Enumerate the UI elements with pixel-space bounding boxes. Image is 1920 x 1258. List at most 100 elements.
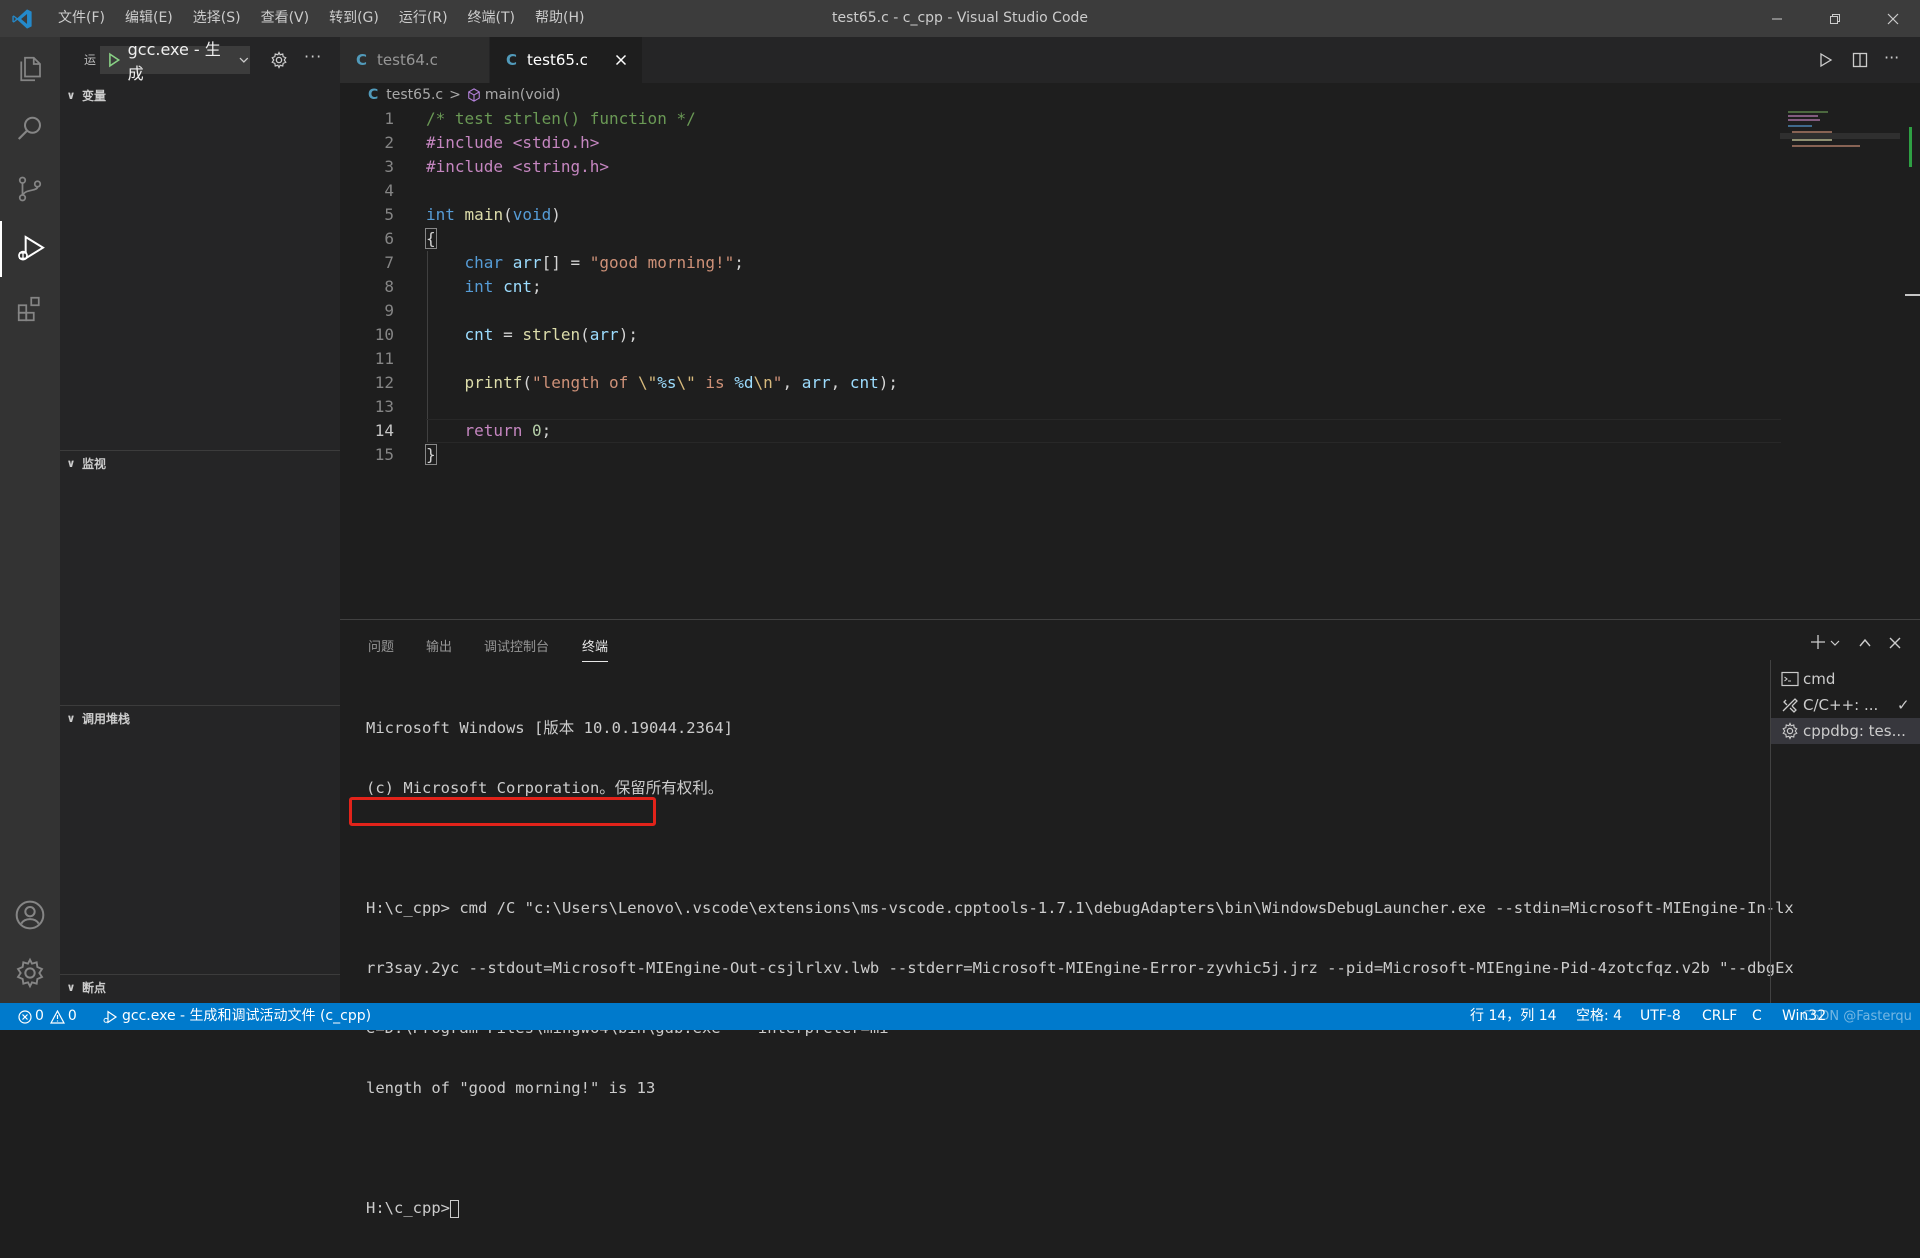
launch-config-dropdown[interactable]: gcc.exe - 生成	[100, 40, 250, 83]
encoding[interactable]: UTF-8	[1640, 1003, 1681, 1030]
indentation[interactable]: 空格: 4	[1576, 1003, 1622, 1030]
chevron-down-icon: ∨	[66, 711, 76, 725]
extensions-button[interactable]	[0, 281, 60, 337]
menu-view[interactable]: 查看(V)	[251, 0, 320, 37]
menu-terminal[interactable]: 终端(T)	[458, 0, 525, 37]
terminal-item-cmd[interactable]: cmd	[1771, 666, 1920, 692]
terminal-item-cpp[interactable]: C/C++: ... ✓	[1771, 692, 1920, 718]
new-terminal-plus-icon[interactable]	[1810, 634, 1826, 650]
more-actions-icon[interactable]: ···	[304, 47, 322, 66]
breadcrumb-file[interactable]: test65.c	[386, 87, 443, 103]
close-tab-icon[interactable]	[615, 54, 627, 66]
code-token: char	[464, 253, 504, 272]
check-icon: ✓	[1897, 696, 1910, 714]
warning-icon	[49, 1009, 65, 1024]
run-file-icon[interactable]	[1818, 52, 1834, 68]
code-token: cnt	[849, 373, 879, 392]
menu-selection[interactable]: 选择(S)	[183, 0, 251, 37]
code-editor[interactable]: 1 /* test strlen() function */ 2 #include …	[340, 107, 1780, 619]
code-token: ;	[531, 277, 542, 296]
code-token: arr	[801, 373, 831, 392]
code-token: (	[580, 325, 590, 344]
terminal-item-label: C/C++: ...	[1803, 696, 1879, 714]
maximize-panel-icon[interactable]	[1858, 636, 1872, 650]
end-of-line[interactable]: CRLF	[1702, 1003, 1737, 1030]
split-editor-icon[interactable]	[1852, 52, 1868, 68]
red-highlight-box	[349, 797, 656, 826]
terminal-line: (c) Microsoft Corporation。保留所有权利。	[366, 779, 724, 797]
minimap[interactable]	[1780, 107, 1900, 619]
menu-go[interactable]: 转到(G)	[319, 0, 389, 37]
start-debug-icon[interactable]	[106, 52, 122, 68]
editor-tabs: C test64.c C test65.c ···	[340, 37, 1920, 83]
line-number: 3	[384, 157, 394, 176]
terminal-output[interactable]: Microsoft Windows [版本 10.0.19044.2364] (…	[366, 678, 1794, 1258]
chevron-down-icon: ∨	[66, 88, 76, 102]
code-token: arr	[589, 325, 619, 344]
explorer-button[interactable]	[0, 41, 60, 97]
watch-section-header[interactable]: ∨ 监视	[60, 451, 340, 475]
tab-label: test64.c	[377, 51, 438, 69]
close-window-button[interactable]	[1864, 0, 1920, 37]
c-file-icon: C	[356, 51, 368, 69]
tab-debug-console[interactable]: 调试控制台	[484, 636, 549, 655]
breakpoints-section-header[interactable]: ∨ 断点	[60, 975, 340, 999]
vertical-scrollbar[interactable]	[1905, 107, 1920, 619]
callstack-section-header[interactable]: ∨ 调用堆栈	[60, 706, 340, 730]
search-button[interactable]	[0, 101, 60, 157]
problems-status[interactable]: 0 0	[18, 1003, 77, 1030]
code-token: (	[503, 205, 513, 224]
search-icon	[17, 116, 41, 140]
restore-button[interactable]	[1806, 0, 1864, 37]
warning-count: 0	[67, 1008, 77, 1024]
program-output-line: length of "good morning!" is 13	[366, 1079, 656, 1097]
files-icon	[20, 56, 41, 82]
line-number: 7	[384, 253, 394, 272]
menu-edit[interactable]: 编辑(E)	[115, 0, 183, 37]
accounts-button[interactable]	[0, 887, 60, 943]
source-control-button[interactable]	[0, 161, 60, 217]
editor-more-actions-icon[interactable]: ···	[1884, 48, 1899, 67]
launch-status[interactable]: gcc.exe - 生成和调试活动文件 (c_cpp)	[102, 1003, 371, 1030]
tab-test65[interactable]: C test65.c	[490, 37, 642, 83]
tab-terminal[interactable]: 终端	[582, 636, 609, 662]
manage-button[interactable]	[0, 945, 60, 1001]
tab-output[interactable]: 输出	[426, 636, 452, 655]
tab-problems[interactable]: 问题	[368, 636, 394, 655]
code-token: =	[493, 325, 523, 344]
terminal-line: H:\c_cpp> cmd /C "c:\Users\Lenovo\.vscod…	[366, 899, 1794, 917]
code-token: cnt	[464, 325, 494, 344]
breadcrumb-symbol[interactable]: main(void)	[485, 87, 561, 103]
code-line: 12 printf("length of \"%s\" is %d\n", ar…	[340, 371, 1780, 395]
run-debug-button[interactable]	[0, 221, 60, 277]
line-number: 15	[374, 445, 394, 464]
language-mode[interactable]: C	[1752, 1003, 1762, 1030]
close-icon	[1887, 13, 1899, 24]
terminal-prompt: H:\c_cpp>	[366, 1199, 450, 1217]
close-panel-icon[interactable]	[1888, 636, 1902, 650]
method-cube-icon	[468, 88, 480, 102]
variables-section-header[interactable]: ∨ 变量	[60, 83, 340, 107]
code-line: 2 #include <stdio.h>	[340, 131, 1780, 155]
line-number: 6	[384, 229, 394, 248]
chevron-down-icon[interactable]	[1830, 638, 1840, 648]
error-icon	[18, 1009, 32, 1024]
code-token: ,	[782, 373, 802, 392]
terminal-cursor	[450, 1199, 459, 1218]
minimize-button[interactable]	[1748, 0, 1806, 37]
debug-gear-icon	[1782, 722, 1798, 740]
code-token: %s	[657, 373, 677, 392]
open-launch-json-gear-icon[interactable]	[270, 51, 288, 69]
menu-file[interactable]: 文件(F)	[48, 0, 115, 37]
terminal-item-cppdbg[interactable]: cppdbg: tes...	[1771, 718, 1920, 744]
tab-test64[interactable]: C test64.c	[340, 37, 490, 83]
menu-run[interactable]: 运行(R)	[389, 0, 458, 37]
code-token: ;	[734, 253, 744, 272]
menu-help[interactable]: 帮助(H)	[525, 0, 594, 37]
code-include: #include <string.h>	[426, 157, 610, 176]
cursor-position[interactable]: 行 14，列 14	[1470, 1003, 1557, 1030]
code-line: 10 cnt = strlen(arr);	[340, 323, 1780, 347]
code-line: 6{	[340, 227, 1780, 251]
